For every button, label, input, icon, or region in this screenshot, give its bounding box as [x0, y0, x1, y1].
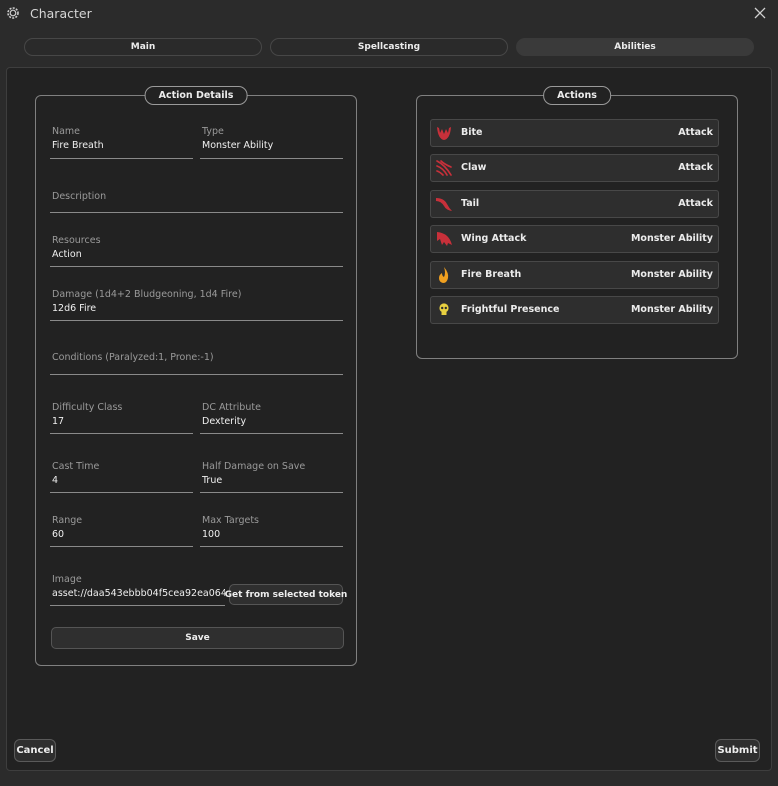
bite-icon	[437, 127, 451, 140]
title-bar: Character	[0, 0, 778, 28]
action-type: Monster Ability	[630, 233, 713, 244]
conditions-label: Conditions (Paralyzed:1, Prone:-1)	[52, 352, 214, 363]
name-value: Fire Breath	[52, 140, 104, 151]
cast-time-value: 4	[52, 475, 59, 486]
action-name: Frightful Presence	[461, 304, 560, 315]
max-targets-label: Max Targets	[202, 515, 259, 526]
max-targets-field[interactable]: Max Targets 100	[200, 511, 343, 547]
window-title: Character	[30, 6, 92, 21]
skull-icon	[439, 303, 449, 315]
type-field[interactable]: Type Monster Ability	[200, 122, 343, 159]
tab-abilities[interactable]: Abilities	[516, 38, 754, 56]
save-button[interactable]: Save	[51, 627, 344, 649]
cancel-button[interactable]: Cancel	[14, 739, 56, 762]
type-label: Type	[202, 126, 224, 137]
difficulty-class-value: 17	[52, 416, 65, 427]
tab-spellcasting[interactable]: Spellcasting	[270, 38, 508, 56]
action-type: Monster Ability	[630, 269, 713, 280]
half-damage-field[interactable]: Half Damage on Save True	[200, 457, 343, 493]
type-value: Monster Ability	[202, 140, 274, 151]
damage-label: Damage (1d4+2 Bludgeoning, 1d4 Fire)	[52, 289, 242, 300]
action-name: Wing Attack	[461, 233, 527, 244]
tab-main[interactable]: Main	[24, 38, 262, 56]
wing-icon	[437, 232, 452, 246]
action-name: Claw	[461, 162, 487, 173]
dc-attribute-field[interactable]: DC Attribute Dexterity	[200, 398, 343, 434]
image-field[interactable]: Image asset://daa543ebbb04f5cea92ea064	[50, 570, 225, 606]
action-item-bite[interactable]: Bite Attack	[430, 119, 719, 147]
half-damage-label: Half Damage on Save	[202, 461, 306, 472]
action-type: Attack	[678, 127, 713, 138]
difficulty-class-label: Difficulty Class	[52, 402, 123, 413]
damage-field[interactable]: Damage (1d4+2 Bludgeoning, 1d4 Fire) 12d…	[50, 285, 343, 321]
action-name: Bite	[461, 127, 483, 138]
actions-group: Actions Bite Attack Claw Attack Tail Att…	[416, 86, 738, 359]
action-name: Fire Breath	[461, 269, 522, 280]
actions-title: Actions	[543, 86, 611, 105]
description-label: Description	[52, 191, 107, 202]
image-label: Image	[52, 574, 82, 585]
range-label: Range	[52, 515, 83, 526]
close-icon[interactable]	[752, 5, 768, 21]
abilities-panel: Action Details Name Fire Breath Type Mon…	[6, 67, 772, 771]
action-type: Attack	[678, 198, 713, 209]
claw-icon	[436, 160, 452, 176]
action-details-group: Action Details Name Fire Breath Type Mon…	[35, 86, 357, 666]
range-value: 60	[52, 529, 65, 540]
resources-label: Resources	[52, 235, 101, 246]
name-label: Name	[52, 126, 81, 137]
get-from-token-button[interactable]: Get from selected token	[225, 584, 347, 605]
action-type: Attack	[678, 162, 713, 173]
image-value: asset://daa543ebbb04f5cea92ea064	[52, 588, 225, 599]
conditions-field[interactable]: Conditions (Paralyzed:1, Prone:-1)	[50, 346, 343, 375]
cast-time-field[interactable]: Cast Time 4	[50, 457, 193, 493]
name-field[interactable]: Name Fire Breath	[50, 122, 193, 159]
resources-value: Action	[52, 249, 82, 260]
action-item-frightful-presence[interactable]: Frightful Presence Monster Ability	[430, 296, 719, 324]
gear-icon	[7, 7, 19, 19]
cast-time-label: Cast Time	[52, 461, 100, 472]
submit-button[interactable]: Submit	[715, 739, 760, 762]
difficulty-class-field[interactable]: Difficulty Class 17	[50, 398, 193, 434]
dc-attribute-value: Dexterity	[202, 416, 247, 427]
damage-value: 12d6 Fire	[52, 303, 97, 314]
action-details-title: Action Details	[144, 86, 248, 105]
description-field[interactable]: Description	[50, 185, 343, 213]
action-type: Monster Ability	[630, 304, 713, 315]
action-name: Tail	[461, 198, 480, 209]
range-field[interactable]: Range 60	[50, 511, 193, 547]
tab-bar: Main Spellcasting Abilities	[24, 38, 755, 56]
half-damage-value: True	[202, 475, 223, 486]
action-item-claw[interactable]: Claw Attack	[430, 154, 719, 182]
max-targets-value: 100	[202, 529, 221, 540]
action-item-wing-attack[interactable]: Wing Attack Monster Ability	[430, 225, 719, 253]
resources-field[interactable]: Resources Action	[50, 231, 343, 267]
tail-icon	[436, 198, 452, 211]
dc-attribute-label: DC Attribute	[202, 402, 261, 413]
action-item-tail[interactable]: Tail Attack	[430, 190, 719, 218]
flame-icon	[439, 267, 449, 283]
action-item-fire-breath[interactable]: Fire Breath Monster Ability	[430, 261, 719, 289]
